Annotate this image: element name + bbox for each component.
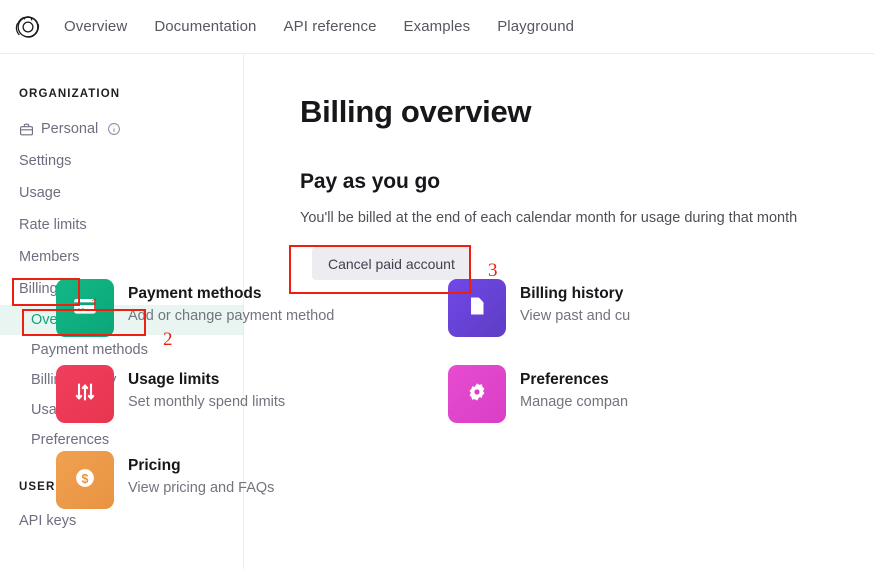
top-nav-links: Overview Documentation API reference Exa…: [64, 19, 574, 34]
sidebar-item-label: Personal: [41, 121, 98, 137]
nav-link-api-reference[interactable]: API reference: [284, 19, 377, 34]
card-title: Payment methods: [128, 285, 334, 303]
document-tile: [448, 279, 506, 337]
card-billing-history[interactable]: Billing history View past and cu: [448, 279, 840, 365]
nav-link-documentation[interactable]: Documentation: [154, 19, 256, 34]
sliders-tile: [56, 365, 114, 423]
card-pricing[interactable]: $ Pricing View pricing and FAQs: [56, 451, 448, 537]
card-subtitle: View past and cu: [520, 308, 630, 324]
card-text: Billing history View past and cu: [520, 279, 630, 324]
card-title: Billing history: [520, 285, 630, 303]
dollar-coin-tile: $: [56, 451, 114, 509]
card-text: Usage limits Set monthly spend limits: [128, 365, 285, 410]
sidebar-item-settings[interactable]: Settings: [0, 145, 243, 177]
top-navigation-bar: Overview Documentation API reference Exa…: [0, 0, 874, 54]
nav-link-examples[interactable]: Examples: [404, 19, 471, 34]
credit-card-icon: [72, 293, 98, 324]
dollar-coin-icon: $: [72, 465, 98, 496]
card-subtitle: Set monthly spend limits: [128, 394, 285, 410]
card-title: Pricing: [128, 457, 274, 475]
billing-overview-page: Overview Documentation API reference Exa…: [0, 0, 874, 569]
section-title-pay-as-you-go: Pay as you go: [300, 170, 874, 194]
cancel-paid-account-button[interactable]: Cancel paid account: [312, 247, 471, 280]
credit-card-tile: [56, 279, 114, 337]
openai-logo-icon[interactable]: [0, 13, 56, 41]
sidebar-item-personal[interactable]: Personal: [0, 113, 243, 145]
card-text: Pricing View pricing and FAQs: [128, 451, 274, 496]
card-subtitle: Add or change payment method: [128, 308, 334, 324]
card-usage-limits[interactable]: Usage limits Set monthly spend limits: [56, 365, 448, 451]
nav-link-overview[interactable]: Overview: [64, 19, 127, 34]
sliders-icon: [73, 380, 97, 409]
billing-shortcut-cards: Payment methods Add or change payment me…: [56, 279, 696, 537]
gear-icon: [465, 380, 489, 409]
card-text: Payment methods Add or change payment me…: [128, 279, 334, 324]
card-preferences[interactable]: Preferences Manage compan: [448, 365, 840, 451]
document-icon: [464, 293, 490, 324]
gear-tile: [448, 365, 506, 423]
briefcase-icon: [19, 122, 34, 137]
card-subtitle: View pricing and FAQs: [128, 480, 274, 496]
sidebar-item-rate-limits[interactable]: Rate limits: [0, 209, 243, 241]
section-description: You'll be billed at the end of each cale…: [300, 210, 874, 226]
sidebar-item-usage[interactable]: Usage: [0, 177, 243, 209]
card-subtitle: Manage compan: [520, 394, 628, 410]
sidebar-heading-organization: ORGANIZATION: [0, 88, 243, 100]
svg-text:$: $: [82, 471, 89, 485]
page-title: Billing overview: [300, 94, 874, 130]
nav-link-playground[interactable]: Playground: [497, 19, 574, 34]
card-text: Preferences Manage compan: [520, 365, 628, 410]
card-title: Usage limits: [128, 371, 285, 389]
card-payment-methods[interactable]: Payment methods Add or change payment me…: [56, 279, 448, 365]
sidebar-item-members[interactable]: Members: [0, 241, 243, 273]
card-title: Preferences: [520, 371, 628, 389]
info-circle-icon[interactable]: [107, 122, 121, 136]
